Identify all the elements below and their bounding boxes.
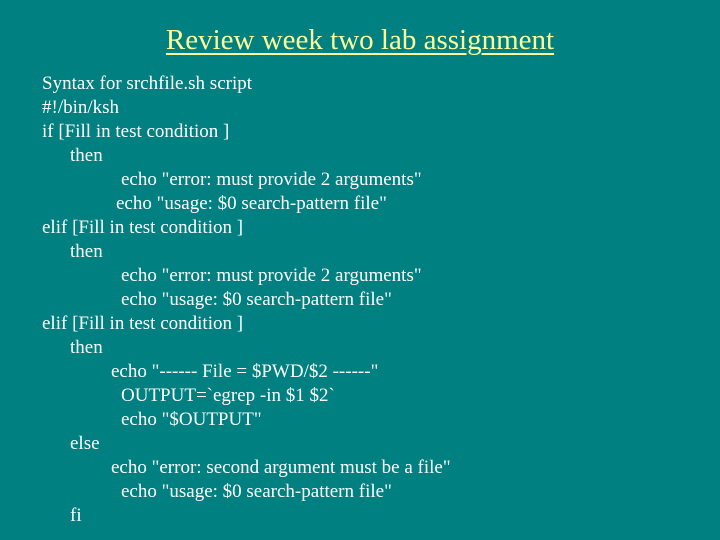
code-line-shebang: #!/bin/ksh bbox=[42, 97, 120, 118]
code-line-elif: elif [Fill in test condition ] bbox=[42, 217, 244, 238]
code-line-then: then bbox=[70, 145, 103, 166]
slide-title: Review week two lab assignment bbox=[165, 24, 555, 56]
code-line-echo: echo "$OUTPUT" bbox=[121, 409, 262, 430]
code-line-if: if [Fill in test condition ] bbox=[42, 121, 230, 142]
code-line-echo: echo "usage: $0 search-pattern file" bbox=[121, 481, 392, 502]
code-line-echo: echo "usage: $0 search-pattern file" bbox=[121, 289, 392, 310]
code-line-echo: echo "error: second argument must be a f… bbox=[111, 457, 451, 478]
code-line-then: then bbox=[70, 241, 103, 262]
code-line-echo: echo "error: must provide 2 arguments" bbox=[121, 169, 422, 190]
code-line-echo: echo "error: must provide 2 arguments" bbox=[121, 265, 422, 286]
code-line-output: OUTPUT=`egrep -in $1 $2` bbox=[121, 385, 335, 406]
code-line-echo: echo "------ File = $PWD/$2 ------" bbox=[111, 361, 379, 382]
code-line-elif: elif [Fill in test condition ] bbox=[42, 313, 244, 334]
code-line-else: else bbox=[70, 433, 100, 454]
code-line-heading: Syntax for srchfile.sh script bbox=[42, 73, 253, 94]
code-line-then: then bbox=[70, 337, 103, 358]
code-line-echo: echo "usage: $0 search-pattern file" bbox=[116, 193, 387, 214]
code-line-fi: fi bbox=[70, 505, 82, 526]
